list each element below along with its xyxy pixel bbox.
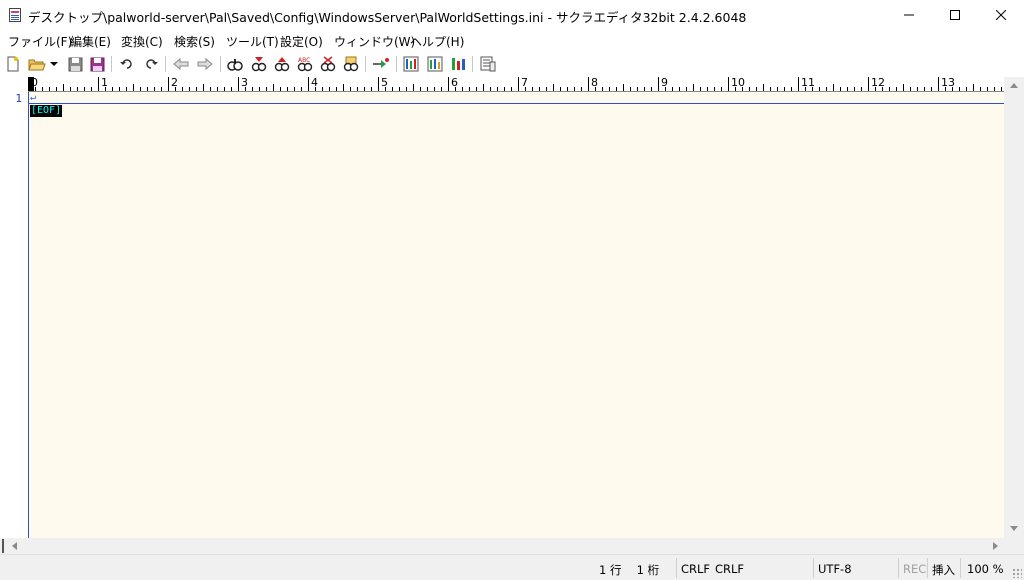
ruler-number: 0 (31, 77, 38, 89)
line-ending[interactable]: CRLF (681, 562, 710, 576)
settings-icon[interactable] (479, 55, 497, 73)
menu-file[interactable]: ファイル(F) (8, 33, 72, 50)
menu-tools[interactable]: ツール(T) (226, 33, 279, 50)
ruler-number: 5 (381, 77, 388, 89)
tag-jump-icon[interactable] (372, 55, 390, 73)
scroll-right-icon[interactable] (993, 542, 998, 550)
toolbar: ABC (0, 52, 1024, 76)
menu-edit[interactable]: 編集(E) (70, 33, 111, 50)
scroll-down-icon[interactable] (1010, 526, 1018, 531)
menu-window[interactable]: ウィンドウ(W) (334, 33, 415, 50)
ruler-number: 6 (451, 77, 458, 89)
scroll-left-icon[interactable] (12, 542, 17, 550)
insert-mode[interactable]: 挿入 (932, 562, 955, 578)
jump-forward-icon[interactable] (196, 55, 214, 73)
ruler: 0 1 2 3 4 5 6 7 8 9 10 11 12 13 (28, 77, 1004, 92)
window-title: デスクトップ\palworld-server\Pal\Saved\Config\… (28, 10, 747, 25)
menu-settings[interactable]: 設定(O) (280, 33, 323, 50)
menu-search[interactable]: 検索(S) (174, 33, 215, 50)
new-file-icon[interactable] (4, 55, 22, 73)
text-editor[interactable]: ↵ [EOF] (29, 92, 1004, 538)
macro-icon[interactable] (449, 55, 467, 73)
outline-icon[interactable] (402, 55, 420, 73)
grep-icon[interactable] (342, 55, 360, 73)
split-box[interactable] (2, 539, 4, 553)
zoom-level[interactable]: 100 % (967, 562, 1004, 576)
horizontal-scrollbar[interactable] (0, 538, 1004, 554)
status-bar: 1 行 1 桁 CRLF CRLF UTF-8 REC 挿入 100 % (0, 554, 1024, 580)
compare-icon[interactable] (426, 55, 444, 73)
eof-mark: [EOF] (30, 105, 63, 117)
ruler-corner (0, 77, 28, 92)
cursor-line (29, 103, 1004, 104)
resize-grip[interactable] (1012, 568, 1022, 578)
replace-icon[interactable]: ABC (296, 55, 314, 73)
ruler-number: 7 (521, 77, 528, 89)
ruler-number: 13 (941, 77, 955, 89)
redo-icon[interactable] (142, 55, 160, 73)
vertical-scrollbar[interactable] (1004, 77, 1024, 538)
ruler-number: 11 (801, 77, 815, 89)
maximize-button[interactable] (932, 0, 978, 30)
line-number: 1 (15, 92, 22, 105)
scrollbar-corner (1004, 538, 1024, 554)
svg-text:ABC: ABC (298, 57, 310, 64)
line-ending-detail[interactable]: CRLF (715, 562, 744, 576)
jump-back-icon[interactable] (172, 55, 190, 73)
scroll-up-icon[interactable] (1010, 83, 1018, 88)
minimize-button[interactable] (886, 0, 932, 30)
save-icon[interactable] (66, 55, 84, 73)
menu-convert[interactable]: 変換(C) (121, 33, 163, 50)
dropdown-arrow-icon[interactable] (48, 55, 60, 73)
save-all-icon[interactable] (88, 55, 106, 73)
cursor-position: 1 行 1 桁 (599, 563, 660, 577)
clear-highlight-icon[interactable] (319, 55, 337, 73)
search-icon[interactable] (226, 55, 244, 73)
title-bar: デスクトップ\palworld-server\Pal\Saved\Config\… (0, 0, 1024, 30)
ruler-number: 1 (101, 77, 108, 89)
menu-help[interactable]: ヘルプ(H) (410, 33, 464, 50)
close-button[interactable] (978, 0, 1024, 30)
ruler-number: 10 (731, 77, 745, 89)
undo-icon[interactable] (118, 55, 136, 73)
ruler-number: 12 (871, 77, 885, 89)
search-prev-icon[interactable] (273, 55, 291, 73)
ruler-number: 9 (661, 77, 668, 89)
sakura-editor-icon (9, 8, 21, 22)
crlf-mark: ↵ (30, 92, 37, 103)
line-number-gutter: 1 (0, 92, 29, 538)
rec-status: REC (903, 562, 927, 576)
ruler-number: 4 (311, 77, 318, 89)
open-folder-icon[interactable] (28, 55, 46, 73)
ruler-number: 3 (241, 77, 248, 89)
ruler-number: 8 (591, 77, 598, 89)
encoding[interactable]: UTF-8 (818, 562, 852, 576)
menu-bar: ファイル(F) 編集(E) 変換(C) 検索(S) ツール(T) 設定(O) ウ… (0, 30, 1024, 50)
search-next-icon[interactable] (250, 55, 268, 73)
ruler-number: 2 (171, 77, 178, 89)
